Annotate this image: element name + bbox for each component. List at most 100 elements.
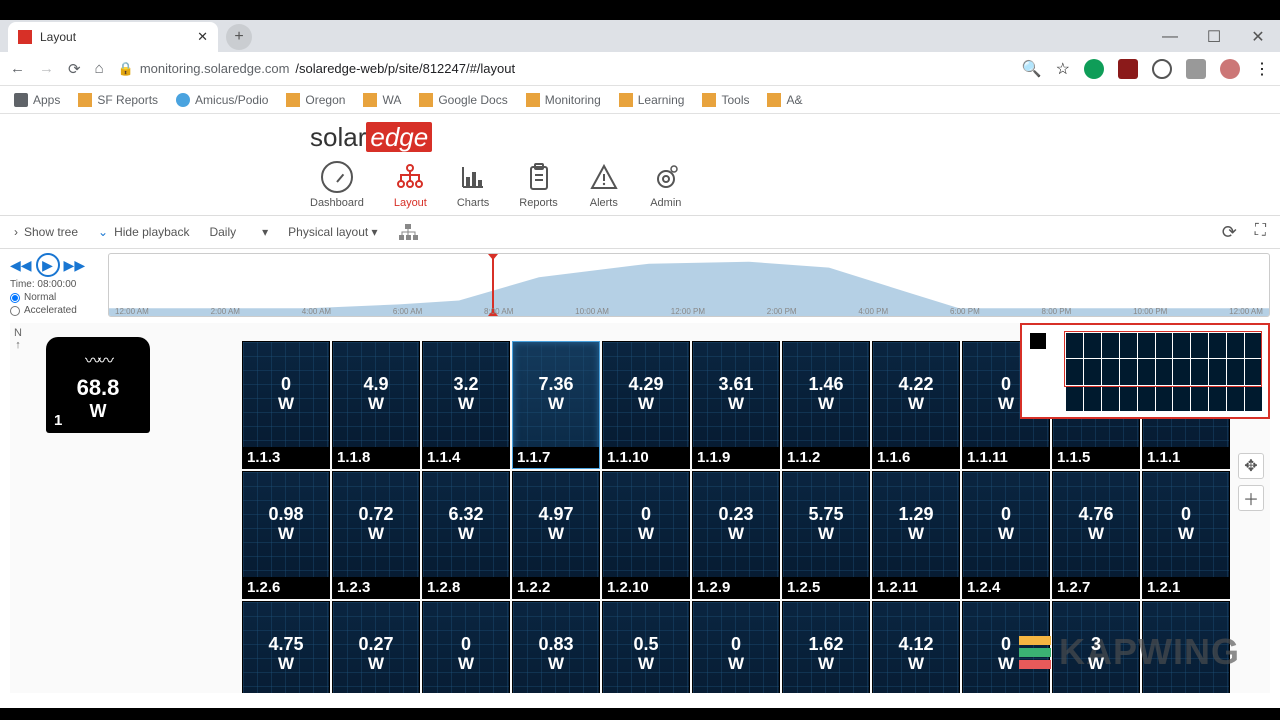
speed-accelerated[interactable]: Accelerated	[10, 305, 104, 316]
back-icon[interactable]: ←	[10, 60, 25, 77]
bm-item[interactable]: Amicus/Podio	[176, 93, 268, 107]
panel-unit: W	[783, 524, 869, 544]
tab-reports[interactable]: Reports	[519, 161, 558, 209]
panel-tile[interactable]: 0W1.2.10	[602, 471, 690, 599]
reload-icon[interactable]: ⟳	[68, 60, 81, 78]
bm-item[interactable]: Apps	[14, 93, 60, 107]
panel-tile[interactable]: 4.12W	[872, 601, 960, 693]
panel-tile[interactable]: 3.2W1.1.4	[422, 341, 510, 469]
star-icon[interactable]: ☆	[1056, 59, 1070, 79]
panel-tile[interactable]: 0.27W	[332, 601, 420, 693]
hide-playback-toggle[interactable]: ⌄Hide playback	[98, 225, 189, 239]
panel-tile[interactable]: 3.61W1.1.9	[692, 341, 780, 469]
fullscreen-button[interactable]: ⛶	[1255, 222, 1266, 243]
inverter-power: 68.8	[46, 375, 150, 401]
ext-icon-3[interactable]	[1152, 59, 1172, 79]
panel-tile[interactable]: 3W	[1052, 601, 1140, 693]
bm-item[interactable]: Oregon	[286, 93, 345, 107]
panel-tile[interactable]: 1.46W1.1.2	[782, 341, 870, 469]
maximize-icon[interactable]: ☐	[1192, 22, 1236, 52]
bm-item[interactable]: Monitoring	[526, 93, 601, 107]
panel-tile[interactable]: 0W1.2.1	[1142, 471, 1230, 599]
menu-icon[interactable]: ⋮	[1254, 59, 1270, 79]
panel-unit: W	[693, 394, 779, 414]
panel-tile[interactable]: 0W1.2.4	[962, 471, 1050, 599]
minimap[interactable]	[1020, 323, 1270, 419]
hierarchy-button[interactable]	[398, 222, 418, 242]
ext-icon-1[interactable]	[1084, 59, 1104, 79]
bm-item[interactable]: Tools	[702, 93, 749, 107]
refresh-button[interactable]: ⟳	[1222, 222, 1237, 243]
rewind-button[interactable]: ◀◀	[10, 257, 32, 274]
panel-value: 4.75	[243, 634, 329, 655]
zoom-icon[interactable]: 🔍	[1022, 59, 1042, 79]
tab-charts[interactable]: Charts	[457, 161, 489, 209]
layout-mode-select[interactable]: Physical layout ▾	[288, 225, 377, 239]
panel-unit: W	[423, 654, 509, 674]
fit-button[interactable]: ✥	[1238, 453, 1264, 479]
panel-tile[interactable]: 5.75W1.2.5	[782, 471, 870, 599]
panel-tile[interactable]: 0.23W1.2.9	[692, 471, 780, 599]
bm-favicon	[78, 93, 92, 107]
zoom-controls: ✥ ＋	[1238, 453, 1264, 511]
bm-item[interactable]: A&	[767, 93, 802, 107]
panel-tile[interactable]: 0.72W1.2.3	[332, 471, 420, 599]
panel-tile[interactable]: 0.83W	[512, 601, 600, 693]
show-tree-toggle[interactable]: ›Show tree	[14, 225, 78, 239]
new-tab-button[interactable]: +	[226, 24, 252, 50]
panel-tile[interactable]: 0W1.1.3	[242, 341, 330, 469]
panel-tile[interactable]: 1.29W1.2.11	[872, 471, 960, 599]
ext-icon-4[interactable]	[1186, 59, 1206, 79]
panel-tile[interactable]: 0W	[422, 601, 510, 693]
play-button[interactable]: ▶	[36, 253, 60, 277]
bm-item[interactable]: Google Docs	[419, 93, 507, 107]
panel-tile[interactable]: 4.29W1.1.10	[602, 341, 690, 469]
panel-unit: W	[783, 394, 869, 414]
tab-layout[interactable]: Layout	[394, 161, 427, 209]
minimize-icon[interactable]: —	[1148, 22, 1192, 52]
bm-item[interactable]: SF Reports	[78, 93, 158, 107]
panel-tile[interactable]: 4.9W1.1.8	[332, 341, 420, 469]
forward-icon[interactable]: →	[39, 60, 54, 77]
panel-tile[interactable]: 4.22W1.1.6	[872, 341, 960, 469]
minimap-viewport[interactable]	[1064, 331, 1262, 387]
zoom-in-button[interactable]: ＋	[1238, 485, 1264, 511]
panel-tile[interactable]: 1.62W	[782, 601, 870, 693]
ext-icon-2[interactable]	[1118, 59, 1138, 79]
avatar[interactable]	[1220, 59, 1240, 79]
inverter-tile[interactable]: 〰〰 68.8 W 1	[46, 337, 150, 433]
panel-tile[interactable]: 4.97W1.2.2	[512, 471, 600, 599]
panel-tile[interactable]: 7.36W1.1.7	[512, 341, 600, 469]
panel-tile[interactable]: 0.5W	[602, 601, 690, 693]
period-select[interactable]: Daily▾	[209, 225, 268, 239]
url-box[interactable]: 🔒 monitoring.solaredge.com/solaredge-web…	[118, 61, 515, 77]
panel-tile[interactable]: 0.98W1.2.6	[242, 471, 330, 599]
radio-icon[interactable]	[10, 293, 20, 303]
bm-favicon	[419, 93, 433, 107]
panel-value: 3.2	[423, 374, 509, 395]
panel-unit: W	[513, 524, 599, 544]
bm-item[interactable]: WA	[363, 93, 401, 107]
tab-dashboard[interactable]: Dashboard	[310, 161, 364, 209]
timeline[interactable]: 12:00 AM2:00 AM4:00 AM6:00 AM8:00 AM10:0…	[108, 253, 1270, 317]
panel-tile[interactable]: 4.76W1.2.7	[1052, 471, 1140, 599]
tab-alerts[interactable]: Alerts	[588, 161, 620, 209]
panel-tile[interactable]: 0W	[692, 601, 780, 693]
panel-tile[interactable]: 6.32W1.2.8	[422, 471, 510, 599]
home-icon[interactable]: ⌂	[95, 60, 104, 77]
bm-favicon	[702, 93, 716, 107]
tab-admin[interactable]: Admin	[650, 161, 682, 209]
fastforward-button[interactable]: ▶▶	[64, 257, 86, 274]
radio-icon[interactable]	[10, 306, 20, 316]
bm-item[interactable]: Learning	[619, 93, 685, 107]
browser-tab[interactable]: Layout ✕	[8, 22, 218, 52]
panel-layout[interactable]: N↑ 〰〰 68.8 W 1 0W1.1.34.9W1.1.83.2W1.1.4…	[10, 323, 1270, 693]
url-path: /solaredge-web/p/site/812247/#/layout	[295, 61, 515, 76]
panel-tile[interactable]: 0W	[962, 601, 1050, 693]
speed-normal[interactable]: Normal	[10, 292, 104, 303]
close-window-icon[interactable]: ✕	[1236, 22, 1280, 52]
close-icon[interactable]: ✕	[197, 29, 208, 45]
panel-unit: W	[513, 654, 599, 674]
panel-unit: W	[1053, 524, 1139, 544]
panel-tile[interactable]: 4.75W	[242, 601, 330, 693]
